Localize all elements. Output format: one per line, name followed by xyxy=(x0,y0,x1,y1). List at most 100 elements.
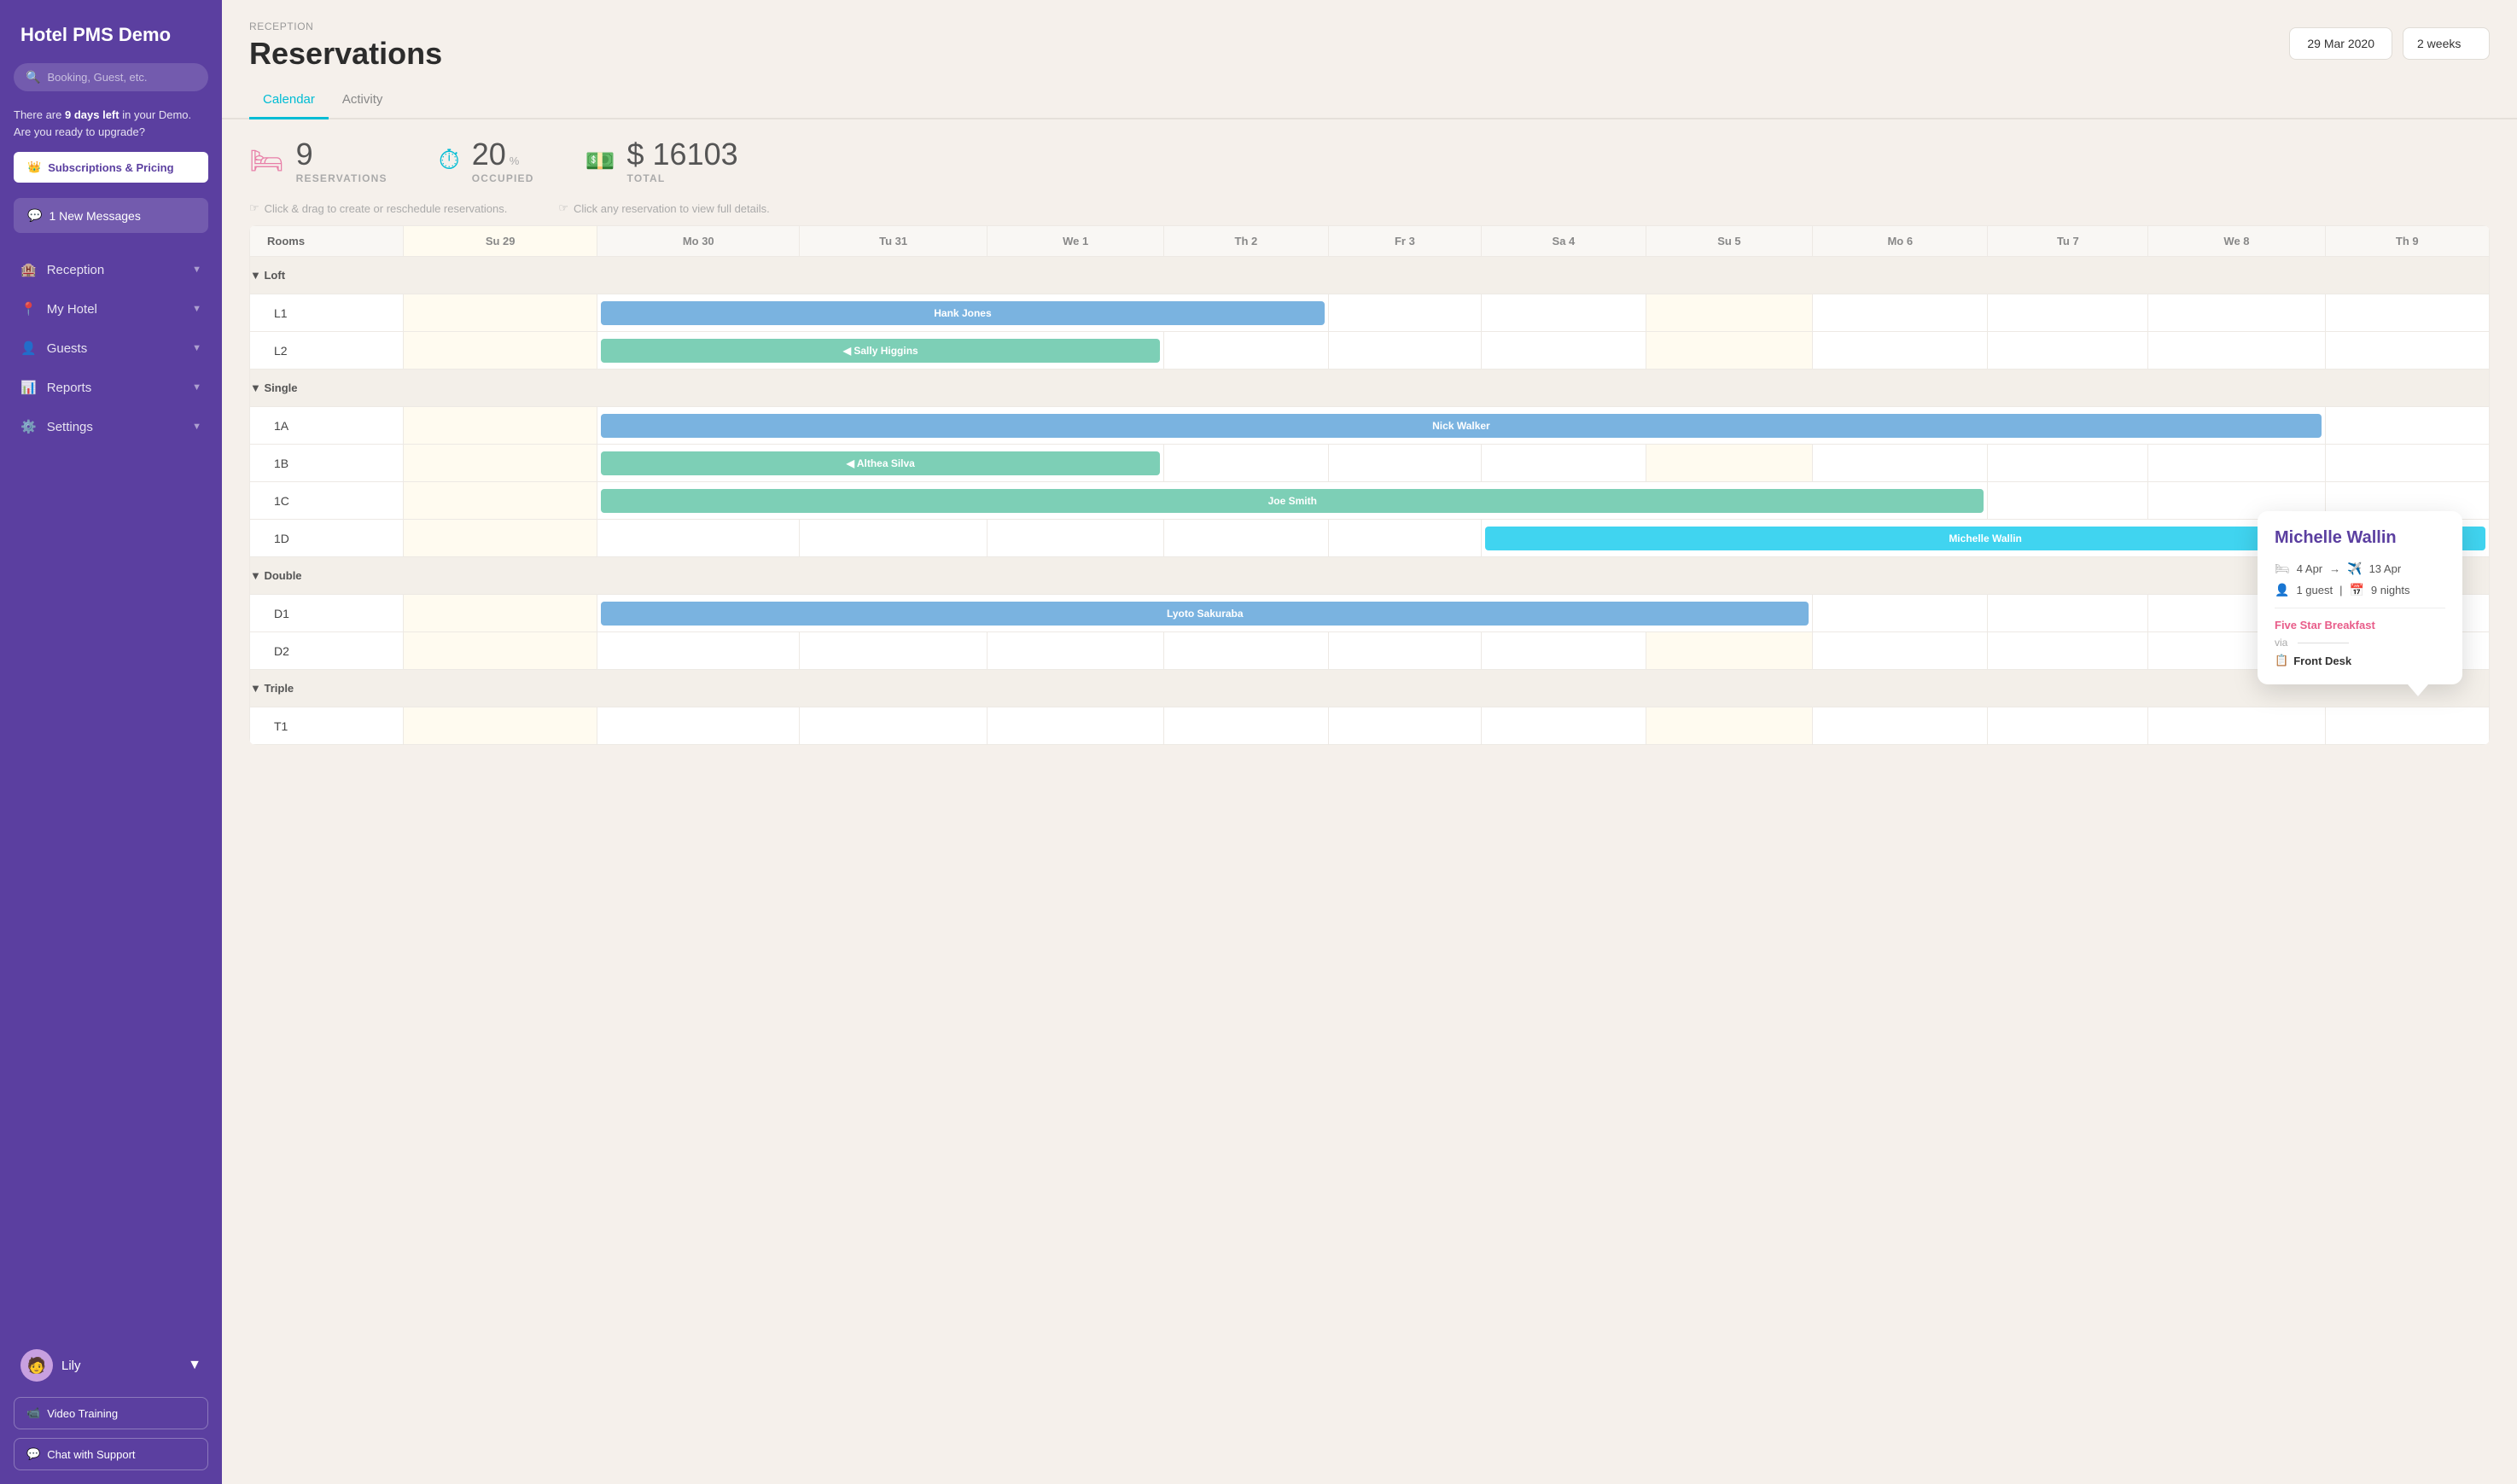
sidebar-item-my-hotel[interactable]: 📍 My Hotel ▼ xyxy=(0,289,222,329)
empty-cell[interactable] xyxy=(1164,332,1328,370)
empty-cell[interactable] xyxy=(1988,294,2148,332)
tooltip-via-label: via xyxy=(2275,637,2445,649)
empty-cell[interactable] xyxy=(1646,294,1813,332)
empty-cell[interactable] xyxy=(800,707,988,745)
empty-cell[interactable] xyxy=(988,632,1164,670)
occupied-icon: ⏱ xyxy=(439,144,460,177)
empty-cell[interactable] xyxy=(2148,332,2325,370)
empty-cell[interactable] xyxy=(2325,707,2489,745)
tab-activity[interactable]: Activity xyxy=(329,85,397,119)
user-profile[interactable]: 🧑 Lily ▼ xyxy=(14,1342,208,1388)
empty-cell[interactable] xyxy=(2148,707,2325,745)
chat-support-button[interactable]: 💬 Chat with Support xyxy=(14,1438,208,1470)
tooltip-dates: 🛏 4 Apr → ✈️ 13 Apr xyxy=(2275,562,2445,576)
empty-cell[interactable] xyxy=(1813,595,1988,632)
video-training-button[interactable]: 📹 Video Training xyxy=(14,1397,208,1429)
empty-cell[interactable] xyxy=(2325,445,2489,482)
empty-cell[interactable] xyxy=(1813,445,1988,482)
message-icon: 💬 xyxy=(27,208,42,223)
search-input[interactable] xyxy=(47,71,196,84)
booking-bar-nick-walker[interactable]: Nick Walker xyxy=(601,414,2321,438)
booking-bar-joe-smith[interactable]: Joe Smith xyxy=(601,489,1984,513)
empty-cell[interactable] xyxy=(1482,632,1646,670)
empty-cell[interactable] xyxy=(1813,332,1988,370)
sidebar-item-guests[interactable]: 👤 Guests ▼ xyxy=(0,329,222,368)
empty-cell[interactable] xyxy=(1482,445,1646,482)
sidebar-item-reports[interactable]: 📊 Reports ▼ xyxy=(0,368,222,407)
empty-cell[interactable] xyxy=(1646,445,1813,482)
empty-cell[interactable] xyxy=(1813,294,1988,332)
empty-cell[interactable] xyxy=(1164,520,1328,557)
empty-cell[interactable] xyxy=(1482,332,1646,370)
booking-bar-lyoto-sakuraba[interactable]: Lyoto Sakuraba xyxy=(601,602,1809,626)
empty-cell[interactable] xyxy=(1988,632,2148,670)
empty-cell[interactable] xyxy=(597,707,800,745)
empty-cell[interactable] xyxy=(597,520,800,557)
room-label-1C: 1C xyxy=(250,482,404,520)
empty-cell[interactable] xyxy=(1164,632,1328,670)
empty-cell[interactable] xyxy=(988,520,1164,557)
empty-cell[interactable] xyxy=(1646,332,1813,370)
empty-cell[interactable] xyxy=(2325,407,2489,445)
avatar: 🧑 xyxy=(20,1349,53,1382)
booking-cell-hank-jones[interactable]: Hank Jones xyxy=(597,294,1328,332)
date-picker-button[interactable]: 29 Mar 2020 xyxy=(2289,27,2392,60)
empty-cell[interactable] xyxy=(1482,294,1646,332)
booking-bar-althea-silva[interactable]: ◀ Althea Silva xyxy=(601,451,1160,475)
empty-cell[interactable] xyxy=(1328,332,1482,370)
empty-cell[interactable] xyxy=(2148,445,2325,482)
empty-cell[interactable] xyxy=(2325,294,2489,332)
empty-cell[interactable] xyxy=(404,294,597,332)
empty-cell[interactable] xyxy=(1988,707,2148,745)
hand-drag-icon: ☞ xyxy=(249,201,259,215)
sidebar-item-reception[interactable]: 🏨 Reception ▼ xyxy=(0,250,222,289)
crown-icon: 👑 xyxy=(27,160,41,174)
empty-cell[interactable] xyxy=(1988,445,2148,482)
empty-cell[interactable] xyxy=(597,632,800,670)
empty-cell[interactable] xyxy=(1164,707,1328,745)
empty-cell[interactable] xyxy=(404,482,597,520)
tooltip-source: 📋 Front Desk xyxy=(2275,654,2445,667)
booking-cell-lyoto-sakuraba[interactable]: Lyoto Sakuraba xyxy=(597,595,1813,632)
empty-cell[interactable] xyxy=(2148,294,2325,332)
booking-cell-joe-smith[interactable]: Joe Smith xyxy=(597,482,1988,520)
empty-cell[interactable] xyxy=(404,520,597,557)
empty-cell[interactable] xyxy=(2325,332,2489,370)
empty-cell[interactable] xyxy=(800,520,988,557)
empty-cell[interactable] xyxy=(1328,294,1482,332)
empty-cell[interactable] xyxy=(1813,707,1988,745)
messages-button[interactable]: 💬 1 New Messages xyxy=(14,198,208,233)
empty-cell[interactable] xyxy=(800,632,988,670)
empty-cell[interactable] xyxy=(1988,595,2148,632)
empty-cell[interactable] xyxy=(1646,632,1813,670)
empty-cell[interactable] xyxy=(988,707,1164,745)
booking-bar-hank-jones[interactable]: Hank Jones xyxy=(601,301,1324,325)
search-box[interactable]: 🔍 xyxy=(14,63,208,91)
empty-cell[interactable] xyxy=(1482,707,1646,745)
booking-cell-althea-silva[interactable]: ◀ Althea Silva xyxy=(597,445,1164,482)
empty-cell[interactable] xyxy=(404,595,597,632)
stat-total: 💵 $ 16103 TOTAL xyxy=(586,137,738,184)
booking-bar-sally-higgins[interactable]: ◀ Sally Higgins xyxy=(601,339,1160,363)
empty-cell[interactable] xyxy=(404,445,597,482)
upgrade-button[interactable]: 👑 Subscriptions & Pricing xyxy=(14,152,208,183)
empty-cell[interactable] xyxy=(1328,707,1482,745)
reception-icon: 🏨 xyxy=(20,262,37,277)
empty-cell[interactable] xyxy=(1988,332,2148,370)
empty-cell[interactable] xyxy=(1988,482,2148,520)
empty-cell[interactable] xyxy=(1328,520,1482,557)
empty-cell[interactable] xyxy=(404,632,597,670)
empty-cell[interactable] xyxy=(1328,445,1482,482)
empty-cell[interactable] xyxy=(1646,707,1813,745)
empty-cell[interactable] xyxy=(1164,445,1328,482)
tab-calendar[interactable]: Calendar xyxy=(249,85,329,119)
empty-cell[interactable] xyxy=(404,707,597,745)
empty-cell[interactable] xyxy=(404,332,597,370)
sidebar-item-settings[interactable]: ⚙️ Settings ▼ xyxy=(0,407,222,446)
booking-cell-nick-walker[interactable]: Nick Walker xyxy=(597,407,2325,445)
period-select[interactable]: 2 weeks xyxy=(2403,27,2490,60)
booking-cell-sally-higgins[interactable]: ◀ Sally Higgins xyxy=(597,332,1164,370)
empty-cell[interactable] xyxy=(1328,632,1482,670)
empty-cell[interactable] xyxy=(1813,632,1988,670)
empty-cell[interactable] xyxy=(404,407,597,445)
